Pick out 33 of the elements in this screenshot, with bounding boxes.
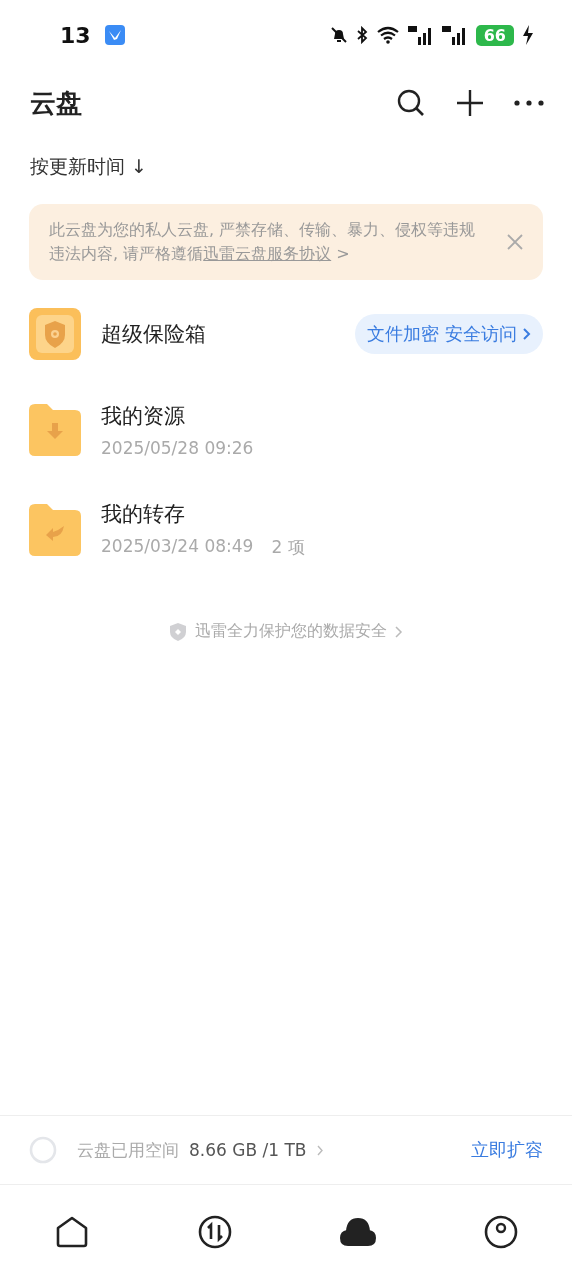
add-icon[interactable] [456, 89, 484, 117]
page-title: 云盘 [30, 86, 82, 120]
signal-icon [441, 25, 468, 45]
folder-date: 2025/03/24 08:49 [101, 536, 254, 558]
more-icon[interactable] [514, 100, 544, 106]
search-icon[interactable] [396, 88, 426, 118]
chevron-icon [316, 1144, 324, 1156]
cloud-icon[interactable] [339, 1217, 376, 1247]
home-icon[interactable] [54, 1216, 89, 1248]
folder-date: 2025/05/28 09:26 [101, 438, 254, 458]
bell-muted-icon [329, 26, 348, 44]
sort-button[interactable]: 按更新时间 ↓ [30, 155, 147, 177]
expand-link[interactable]: 立即扩容 [471, 1138, 543, 1162]
status-time: 13 [60, 22, 91, 48]
bluetooth-icon [355, 26, 368, 44]
folder-name[interactable]: 我的资源 [101, 402, 254, 430]
chevron-icon [395, 625, 403, 638]
vault-name[interactable]: 超级保险箱 [101, 320, 206, 348]
folder-name[interactable]: 我的转存 [101, 500, 305, 528]
wifi-icon [375, 26, 400, 44]
battery-level: 66 [475, 24, 514, 46]
charging-icon [522, 25, 534, 45]
profile-icon[interactable] [483, 1215, 518, 1249]
signal-icon [407, 25, 434, 45]
chevron-icon [523, 328, 531, 340]
vault-access-button[interactable]: 文件加密 安全访问 [355, 314, 543, 354]
usage-ring-icon [29, 1136, 57, 1164]
storage-usage: 8.66 GB /1 TB [189, 1140, 307, 1160]
notice-text: 此云盘为您的私人云盘, 严禁存储、传输、暴力、侵权等违规违法内容, 请严格遵循迅雷云盘服务协议 > [49, 219, 477, 265]
shield-icon [169, 621, 187, 642]
item-count: 2 项 [271, 536, 305, 559]
transfer-icon[interactable] [197, 1215, 232, 1249]
storage-label: 云盘已用空间 [77, 1138, 179, 1162]
